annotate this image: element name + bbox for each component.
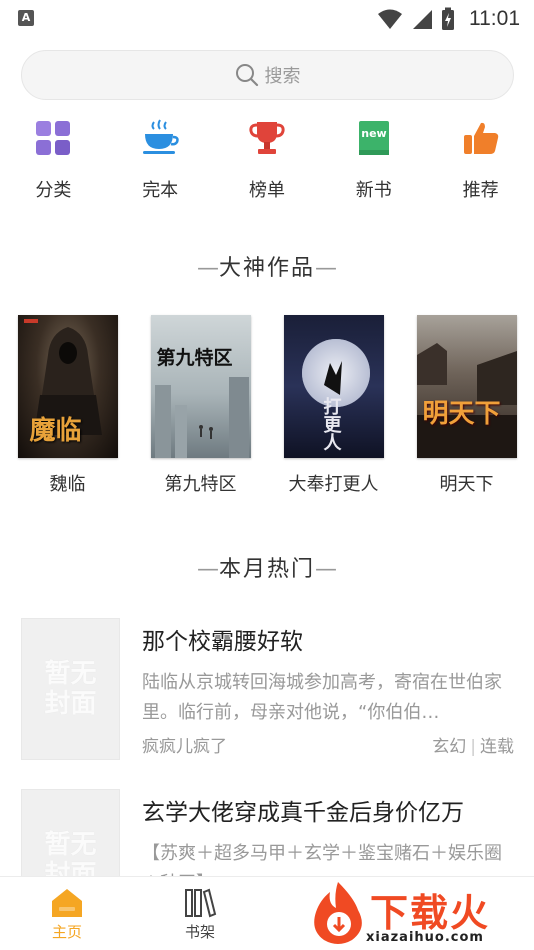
book-name: 大奉打更人	[288, 474, 379, 495]
cover-title: 明天下	[422, 399, 501, 429]
category-ranking[interactable]: 榜单	[222, 118, 312, 208]
book-author: 疯疯儿疯了	[142, 737, 227, 757]
status-icons: 11:01	[377, 6, 520, 32]
status-bar: A 11:01	[0, 0, 534, 38]
book-cover[interactable]: 第九特区	[150, 315, 251, 458]
featured-title-text: 大神作品	[218, 256, 315, 281]
status-tag: 连载	[480, 737, 514, 757]
book-cover[interactable]: 明天下	[416, 315, 517, 458]
trophy-icon	[249, 122, 285, 154]
category-label: 分类	[35, 180, 72, 201]
book-title: 玄学大佬穿成真千金后身价亿万	[142, 800, 464, 826]
featured-book-row: 魔临 魏临 第九特区 第九特区 打更人 大奉打更人 明天下 明天下	[0, 315, 534, 496]
category-label: 榜单	[248, 180, 285, 201]
watermark-url: xiazaihuo.com	[366, 930, 484, 945]
hot-section-title: —本月热门—	[196, 557, 337, 582]
nav-home[interactable]: 主页	[27, 887, 107, 942]
home-icon	[52, 889, 82, 917]
list-item[interactable]: 暂无封面 那个校霸腰好软 陆临从京城转回海城参加高考，寄宿在世伯家里。临行前，母…	[21, 618, 514, 761]
category-row: 分类 完本 榜单 new 新书 推荐	[0, 118, 534, 208]
book-tags: 玄幻 | 连载	[432, 737, 514, 757]
cover-title: 魔临	[29, 416, 82, 446]
category-new-books[interactable]: new 新书	[329, 118, 419, 208]
new-book-icon: new	[358, 121, 389, 155]
nav-bookshelf[interactable]: 书架	[160, 887, 240, 942]
flame-logo-icon	[314, 882, 362, 944]
cover-title: 打更人	[320, 397, 342, 451]
book-cover[interactable]: 打更人	[283, 315, 384, 458]
featured-section-title: —大神作品—	[196, 256, 337, 281]
nav-bookshelf-label: 书架	[184, 923, 215, 941]
clock: 11:01	[469, 7, 520, 30]
search-placeholder: 搜索	[264, 66, 301, 87]
book-name: 第九特区	[164, 474, 237, 495]
svg-text:new: new	[361, 127, 386, 140]
nav-home-label: 主页	[51, 923, 82, 941]
search-icon	[235, 64, 258, 87]
category-complete[interactable]: 完本	[115, 118, 205, 208]
category-label: 完本	[142, 180, 179, 201]
thumbs-up-icon	[463, 122, 498, 154]
book-name: 魏临	[49, 474, 86, 495]
book-name: 明天下	[439, 474, 494, 495]
category-classify[interactable]: 分类	[8, 118, 98, 208]
book-cover[interactable]: 魔临	[17, 315, 118, 458]
watermark-logo: 下载火 xiazaihuo.com	[308, 878, 528, 948]
search-input[interactable]: 搜索	[21, 50, 514, 100]
category-label: 推荐	[462, 180, 499, 201]
signal-icon	[413, 10, 432, 29]
hot-title-text: 本月热门	[218, 557, 315, 582]
featured-book[interactable]: 第九特区 第九特区	[141, 315, 261, 496]
grid-icon	[36, 121, 71, 155]
battery-icon	[442, 7, 454, 30]
featured-book[interactable]: 明天下 明天下	[407, 315, 527, 496]
placeholder-cover: 暂无封面	[21, 618, 120, 760]
category-label: 新书	[355, 180, 392, 201]
featured-book[interactable]: 打更人 大奉打更人	[274, 315, 394, 496]
featured-book[interactable]: 魔临 魏临	[8, 315, 128, 496]
wifi-icon	[378, 9, 402, 29]
book-description: 陆临从京城转回海城参加高考，寄宿在世伯家里。临行前，母亲对他说，“你伯伯…	[142, 672, 502, 723]
watermark-text: 下载火	[370, 891, 491, 935]
category-recommend[interactable]: 推荐	[436, 118, 526, 208]
bookshelf-icon	[185, 888, 217, 918]
placeholder-cover-text: 暂无封面	[44, 659, 97, 719]
coffee-cup-icon	[143, 119, 179, 154]
book-title: 那个校霸腰好软	[142, 629, 303, 655]
app-notification-icon: A	[18, 10, 34, 26]
genre-tag: 玄幻	[432, 737, 467, 757]
cover-title: 第九特区	[156, 347, 233, 369]
